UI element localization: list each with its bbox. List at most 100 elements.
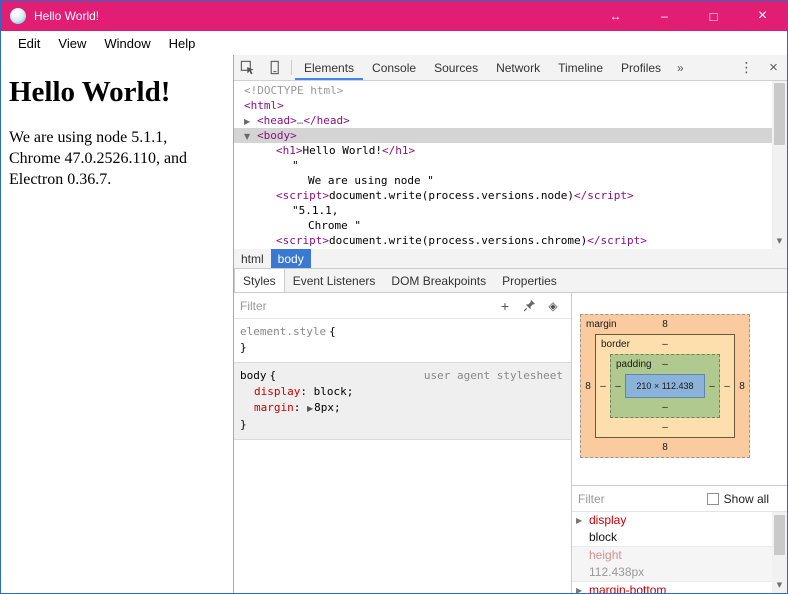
border-bottom-value[interactable]: –	[596, 418, 734, 437]
padding-right-value[interactable]: –	[705, 374, 719, 398]
tab-elements[interactable]: Elements	[295, 55, 363, 80]
inspect-element-button[interactable]	[234, 55, 261, 80]
styles-filter-input[interactable]: Filter	[240, 299, 267, 313]
padding-left-value[interactable]: –	[611, 374, 625, 398]
border-left-value[interactable]: –	[596, 354, 610, 418]
devtools-close-button[interactable]: ×	[760, 55, 787, 80]
app-paragraph: We are using node 5.1.1,Chrome 47.0.2526…	[9, 128, 225, 190]
tab-event-listeners[interactable]: Event Listeners	[285, 269, 384, 292]
tab-properties[interactable]: Properties	[494, 269, 565, 292]
dom-tree-row[interactable]: <script>document.write(process.versions.…	[234, 188, 787, 203]
title-bar[interactable]: Hello World! ↔ – □ ×	[1, 1, 787, 31]
computed-filter-input[interactable]: Filter	[578, 492, 605, 506]
code-token: <script>	[276, 189, 329, 202]
metrics-pane: margin 8 8 border –	[572, 293, 787, 486]
tab-styles[interactable]: Styles	[234, 269, 285, 292]
dom-tree-row[interactable]: ▼<body>	[234, 128, 787, 143]
tab-dom-breakpoints[interactable]: DOM Breakpoints	[383, 269, 494, 292]
code-token: document.write(process.versions.node)	[329, 189, 574, 202]
elements-scrollbar[interactable]: ▼	[772, 81, 787, 249]
dom-tree-row[interactable]: "5.1.1,	[234, 203, 787, 218]
device-toolbar-button[interactable]	[261, 55, 288, 80]
padding-top-value[interactable]: –	[662, 359, 668, 370]
expand-icon[interactable]: ▶	[576, 582, 582, 593]
padding-label: padding	[616, 355, 652, 374]
tab-profiles[interactable]: Profiles	[612, 55, 670, 80]
dom-tree-row[interactable]: "47.0.2526.110, and	[234, 248, 787, 249]
menu-item-view[interactable]: View	[49, 31, 95, 55]
breadcrumb-item-body[interactable]: body	[271, 249, 311, 268]
body-style-rule[interactable]: user agent stylesheet body{ display: blo…	[234, 363, 571, 440]
computed-property-name: height	[589, 548, 622, 562]
tab-console[interactable]: Console	[363, 55, 425, 80]
css-property[interactable]: margin: ▶8px;	[240, 400, 567, 417]
margin-left-value[interactable]: 8	[581, 334, 595, 438]
expand-icon[interactable]: ▶	[244, 114, 257, 129]
dom-tree-row[interactable]: ▶<head>…</head>	[234, 113, 787, 128]
rule-selector: body	[240, 369, 267, 382]
dom-tree-row[interactable]: <h1>Hello World!</h1>	[234, 143, 787, 158]
css-colon: :	[300, 385, 313, 398]
element-style-rule[interactable]: element.style{ }	[234, 319, 571, 363]
expand-icon[interactable]: ▶	[576, 512, 582, 529]
scroll-down-icon[interactable]: ▼	[772, 234, 787, 249]
more-tabs-button[interactable]: »	[670, 55, 691, 80]
border-right-value[interactable]: –	[720, 354, 734, 418]
window-arrows-button[interactable]: ↔	[591, 1, 640, 31]
computed-property[interactable]: height112.438px	[572, 547, 787, 582]
window-minimize-button[interactable]: –	[640, 1, 689, 31]
computed-property[interactable]: ▶displayblock	[572, 512, 787, 547]
dom-tree-row[interactable]: "	[234, 158, 787, 173]
box-model-border[interactable]: border – – padding	[595, 334, 735, 438]
scroll-down-icon[interactable]: ▼	[772, 578, 787, 593]
stylesheet-origin[interactable]: user agent stylesheet	[424, 368, 563, 384]
dom-tree-row[interactable]: We are using node "	[234, 173, 787, 188]
element-state-button[interactable]: ◈	[541, 294, 565, 318]
show-all-toggle[interactable]: Show all	[707, 492, 781, 506]
margin-right-value[interactable]: 8	[735, 334, 749, 438]
tab-timeline[interactable]: Timeline	[549, 55, 612, 80]
computed-property[interactable]: ▶margin-bottom	[572, 582, 787, 593]
box-model-padding[interactable]: padding – – 210 × 112.438 –	[610, 354, 720, 418]
breadcrumb-item-html[interactable]: html	[234, 249, 271, 268]
code-token: document.write(process.versions.chrome)	[329, 234, 587, 247]
dom-tree-row[interactable]: <script>document.write(process.versions.…	[234, 233, 787, 248]
padding-bottom-value[interactable]: –	[611, 398, 719, 417]
css-property[interactable]: display: block;	[240, 384, 567, 400]
code-token: <body>	[257, 129, 297, 142]
tab-network[interactable]: Network	[487, 55, 549, 80]
dom-tree-row[interactable]: <!DOCTYPE html>	[234, 83, 787, 98]
box-model-diagram[interactable]: margin 8 8 border –	[580, 314, 750, 458]
computed-property-name-row[interactable]: ▶display	[572, 512, 787, 529]
dom-tree-row[interactable]: Chrome "	[234, 218, 787, 233]
tab-sources[interactable]: Sources	[425, 55, 487, 80]
show-all-checkbox[interactable]	[707, 493, 719, 505]
window-close-button[interactable]: ×	[738, 1, 787, 31]
code-token: </script>	[574, 189, 634, 202]
computed-property-name-row[interactable]: ▶margin-bottom	[572, 582, 787, 593]
margin-bottom-value[interactable]: 8	[581, 438, 749, 457]
devtools-menu-button[interactable]: ⋮	[733, 55, 760, 80]
computed-scrollbar[interactable]: ▼	[772, 512, 787, 593]
elements-scrollbar-thumb[interactable]	[774, 83, 785, 145]
show-all-label: Show all	[724, 492, 769, 506]
brace-open: {	[270, 369, 277, 382]
computed-property-value: block	[589, 530, 617, 544]
border-top-value[interactable]: –	[662, 339, 668, 350]
menu-item-edit[interactable]: Edit	[9, 31, 49, 55]
box-model-content[interactable]: 210 × 112.438	[625, 374, 705, 398]
code-token: Hello World!	[303, 144, 382, 157]
expand-shorthand-icon[interactable]: ▶	[307, 404, 313, 413]
box-model-margin[interactable]: margin 8 8 border –	[580, 314, 750, 458]
margin-top-value[interactable]: 8	[662, 319, 668, 330]
computed-property-name-row[interactable]: height	[572, 547, 787, 564]
new-style-rule-button[interactable]: +	[493, 294, 517, 318]
menu-item-window[interactable]: Window	[95, 31, 159, 55]
computed-scrollbar-thumb[interactable]	[774, 515, 785, 555]
menu-item-help[interactable]: Help	[160, 31, 205, 55]
pin-button[interactable]	[517, 294, 541, 318]
collapse-icon[interactable]: ▼	[244, 129, 257, 144]
pin-icon	[523, 299, 536, 312]
dom-tree-row[interactable]: <html>	[234, 98, 787, 113]
window-maximize-button[interactable]: □	[689, 1, 738, 31]
